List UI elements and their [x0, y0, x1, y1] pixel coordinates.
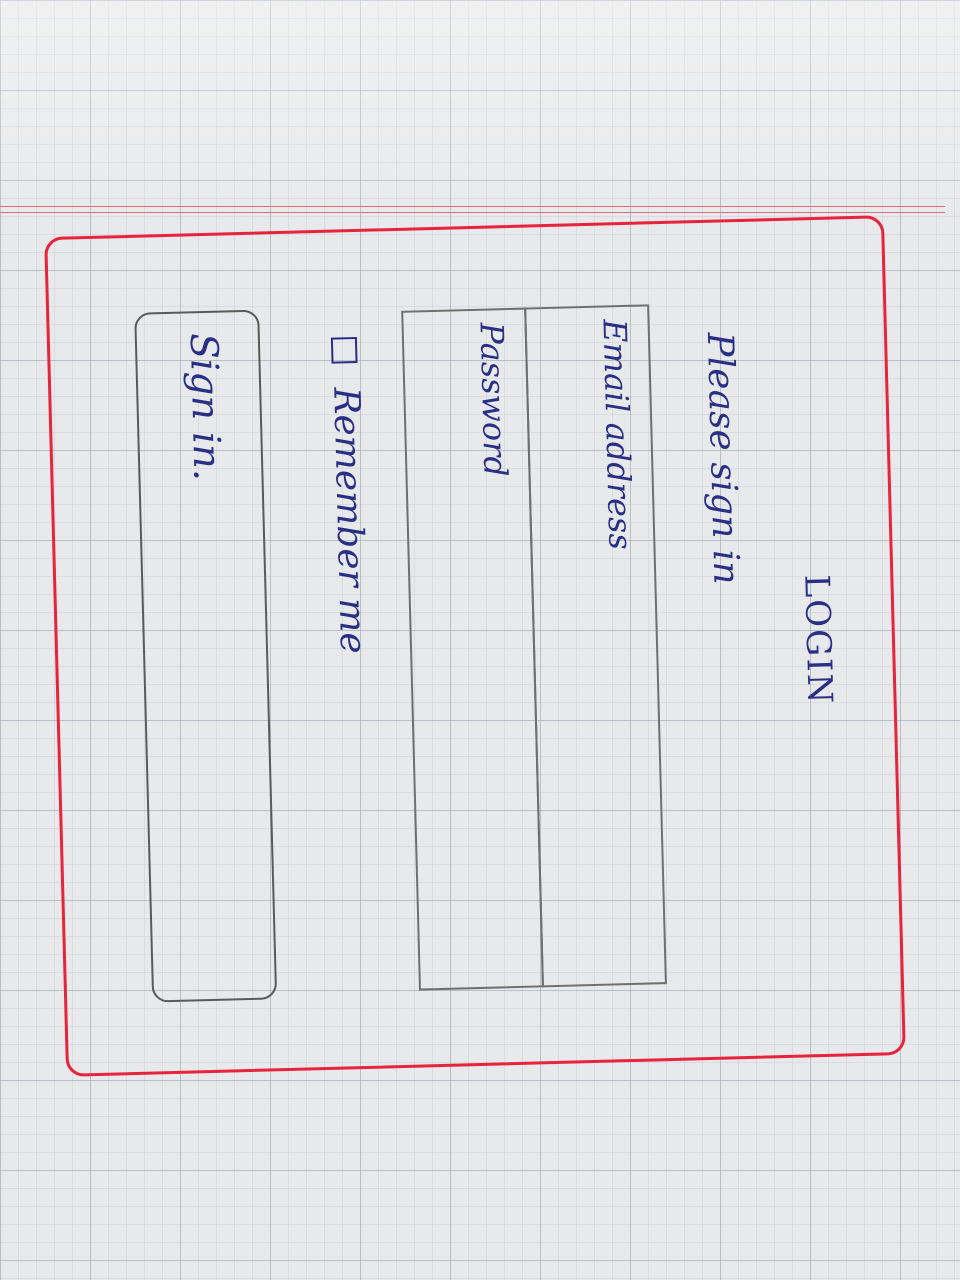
email-placeholder: Email address — [595, 318, 640, 551]
login-form: LOGIN Please sign in Email address Passw… — [88, 239, 869, 1059]
paper-shading — [0, 0, 960, 210]
remember-me-row[interactable]: Remember me — [324, 336, 374, 655]
sign-in-button-label: Sign in. — [181, 332, 230, 482]
login-subtitle: Please sign in — [698, 331, 747, 586]
paper-margin-line — [0, 206, 945, 207]
login-title: LOGIN — [796, 574, 840, 706]
remember-me-label: Remember me — [325, 386, 374, 655]
password-field[interactable]: Password — [401, 307, 544, 991]
password-placeholder: Password — [472, 321, 515, 478]
login-card-content: LOGIN Please sign in Email address Passw… — [47, 218, 909, 1080]
remember-me-checkbox[interactable] — [331, 336, 359, 364]
login-card: LOGIN Please sign in Email address Passw… — [44, 215, 906, 1077]
email-field[interactable]: Email address — [524, 304, 667, 988]
sign-in-button[interactable]: Sign in. — [134, 309, 278, 1003]
paper-margin-line — [0, 212, 945, 213]
